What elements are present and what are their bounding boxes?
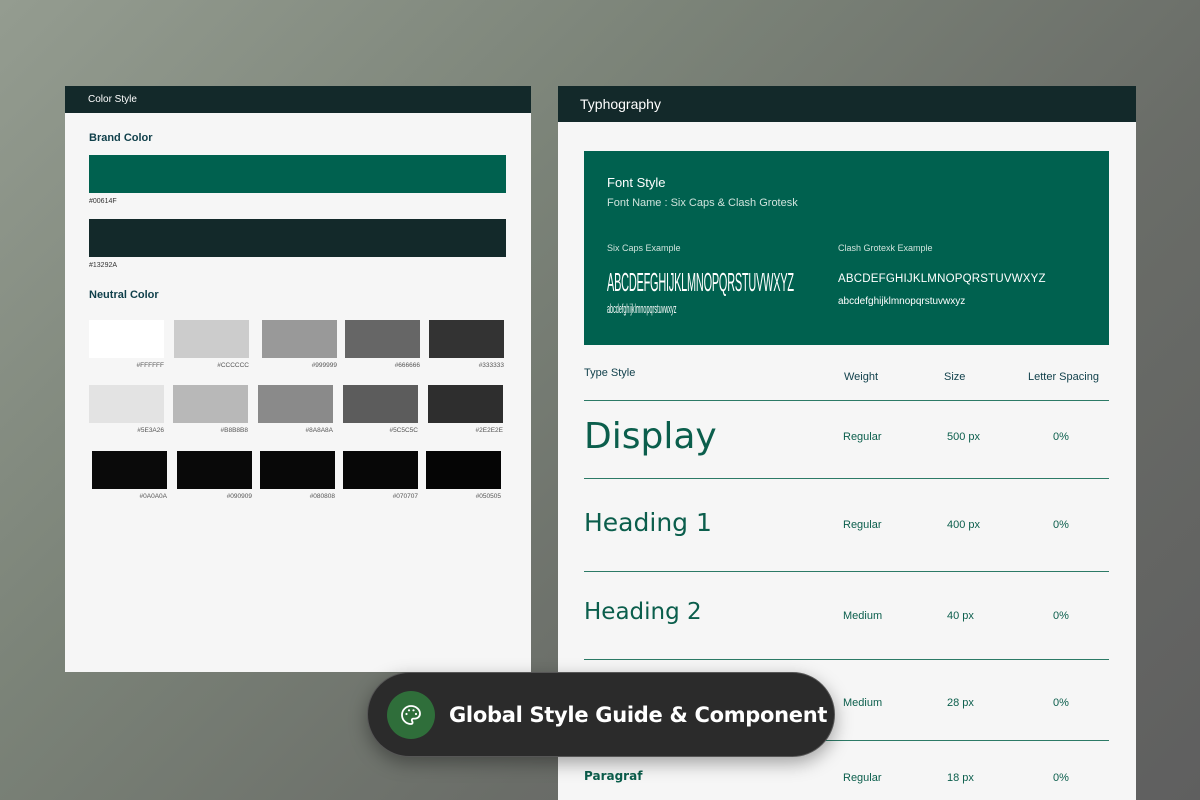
neutral-swatch xyxy=(174,320,249,358)
brand-hex-secondary: #13292A xyxy=(89,262,118,269)
neutral-swatch xyxy=(92,451,167,489)
typography-panel-header: Typhography xyxy=(558,86,1136,122)
font-name: Font Name : Six Caps & Clash Grotesk xyxy=(607,197,798,209)
color-style-panel: Color Style Brand Color #00614F #13292A … xyxy=(65,86,531,672)
neutral-swatch-hex: #080808 xyxy=(309,493,335,500)
type-letter-spacing: 0% xyxy=(1053,697,1069,709)
neutral-swatch xyxy=(173,385,248,423)
type-row-divider xyxy=(584,659,1109,660)
neutral-swatch-hex: #CCCCCC xyxy=(217,362,249,369)
neutral-swatch xyxy=(343,385,418,423)
type-style-name: Paragraf xyxy=(584,769,643,783)
header-weight: Weight xyxy=(844,371,879,383)
type-weight: Medium xyxy=(843,697,883,709)
typography-panel-title: Typhography xyxy=(580,96,661,112)
type-size: 40 px xyxy=(947,610,974,622)
type-weight: Regular xyxy=(843,431,882,443)
neutral-swatch-hex: #666666 xyxy=(394,362,420,369)
brand-swatch-primary xyxy=(89,155,506,193)
neutral-swatch xyxy=(258,385,333,423)
type-style-name: Heading 1 xyxy=(584,508,712,537)
type-style-name: Display xyxy=(584,416,717,457)
font-style-card: Font Style Font Name : Six Caps & Clash … xyxy=(584,151,1109,345)
neutral-swatch xyxy=(429,320,504,358)
brand-hex-primary: #00614F xyxy=(89,198,117,205)
brand-color-title: Brand Color xyxy=(89,132,153,144)
clash-uppercase-sample: ABCDEFGHIJKLMNOPQRSTUVWXYZ xyxy=(838,273,1046,285)
type-size: 500 px xyxy=(947,431,981,443)
neutral-swatch-hex: #B8B8B8 xyxy=(220,427,248,434)
type-letter-spacing: 0% xyxy=(1053,610,1069,622)
sixcaps-lowercase-sample: abcdefghijklmnopqrstuvwxyz xyxy=(607,301,677,316)
neutral-swatch-hex: #999999 xyxy=(311,362,337,369)
neutral-swatch-hex: #5C5C5C xyxy=(389,427,418,434)
clash-lowercase-sample: abcdefghijklmnopqrstuvwxyz xyxy=(838,296,966,307)
header-letter-spacing: Letter Spacing xyxy=(1028,371,1099,383)
neutral-swatch-hex: #0A0A0A xyxy=(139,493,167,500)
clash-label: Clash Grotexk Example xyxy=(838,243,933,253)
type-letter-spacing: 0% xyxy=(1053,519,1069,531)
type-size: 28 px xyxy=(947,697,974,709)
type-letter-spacing: 0% xyxy=(1053,772,1069,784)
neutral-swatch-hex: #FFFFFF xyxy=(136,362,164,369)
type-size: 400 px xyxy=(947,519,981,531)
color-panel-title: Color Style xyxy=(88,94,137,105)
neutral-swatch xyxy=(260,451,335,489)
type-letter-spacing: 0% xyxy=(1053,431,1069,443)
neutral-swatch xyxy=(426,451,501,489)
type-style-name: Heading 2 xyxy=(584,599,702,625)
neutral-swatch-hex: #5E3A26 xyxy=(137,427,164,434)
color-panel-header: Color Style xyxy=(65,86,531,113)
neutral-swatch xyxy=(177,451,252,489)
badge-label: Global Style Guide & Component xyxy=(449,702,828,727)
neutral-swatch-hex: #090909 xyxy=(226,493,252,500)
type-row-divider xyxy=(584,400,1109,401)
header-type-style: Type Style xyxy=(584,367,636,379)
neutral-swatch-hex: #8A8A8A xyxy=(305,427,333,434)
type-size: 18 px xyxy=(947,772,974,784)
type-row-divider xyxy=(584,571,1109,572)
neutral-swatch-hex: #050505 xyxy=(475,493,501,500)
header-size: Size xyxy=(944,371,966,383)
neutral-swatch xyxy=(345,320,420,358)
palette-icon xyxy=(387,690,435,739)
type-weight: Regular xyxy=(843,519,882,531)
neutral-swatch xyxy=(343,451,418,489)
neutral-swatch xyxy=(89,385,164,423)
sixcaps-uppercase-sample: ABCDEFGHIJKLMNOPQRSTUVWXYZ xyxy=(607,267,794,297)
type-row-divider xyxy=(584,478,1109,479)
brand-swatch-secondary xyxy=(89,219,506,257)
font-style-title: Font Style xyxy=(607,175,666,190)
type-weight: Regular xyxy=(843,772,882,784)
type-weight: Medium xyxy=(843,610,883,622)
neutral-color-title: Neutral Color xyxy=(89,289,159,301)
sixcaps-label: Six Caps Example xyxy=(607,243,681,253)
neutral-swatch-hex: #333333 xyxy=(478,362,504,369)
neutral-swatch xyxy=(428,385,503,423)
neutral-swatch xyxy=(89,320,164,358)
global-style-guide-badge: Global Style Guide & Component xyxy=(367,672,835,757)
neutral-swatch-hex: #2E2E2E xyxy=(475,427,503,434)
neutral-swatch-hex: #070707 xyxy=(392,493,418,500)
neutral-swatch xyxy=(262,320,337,358)
